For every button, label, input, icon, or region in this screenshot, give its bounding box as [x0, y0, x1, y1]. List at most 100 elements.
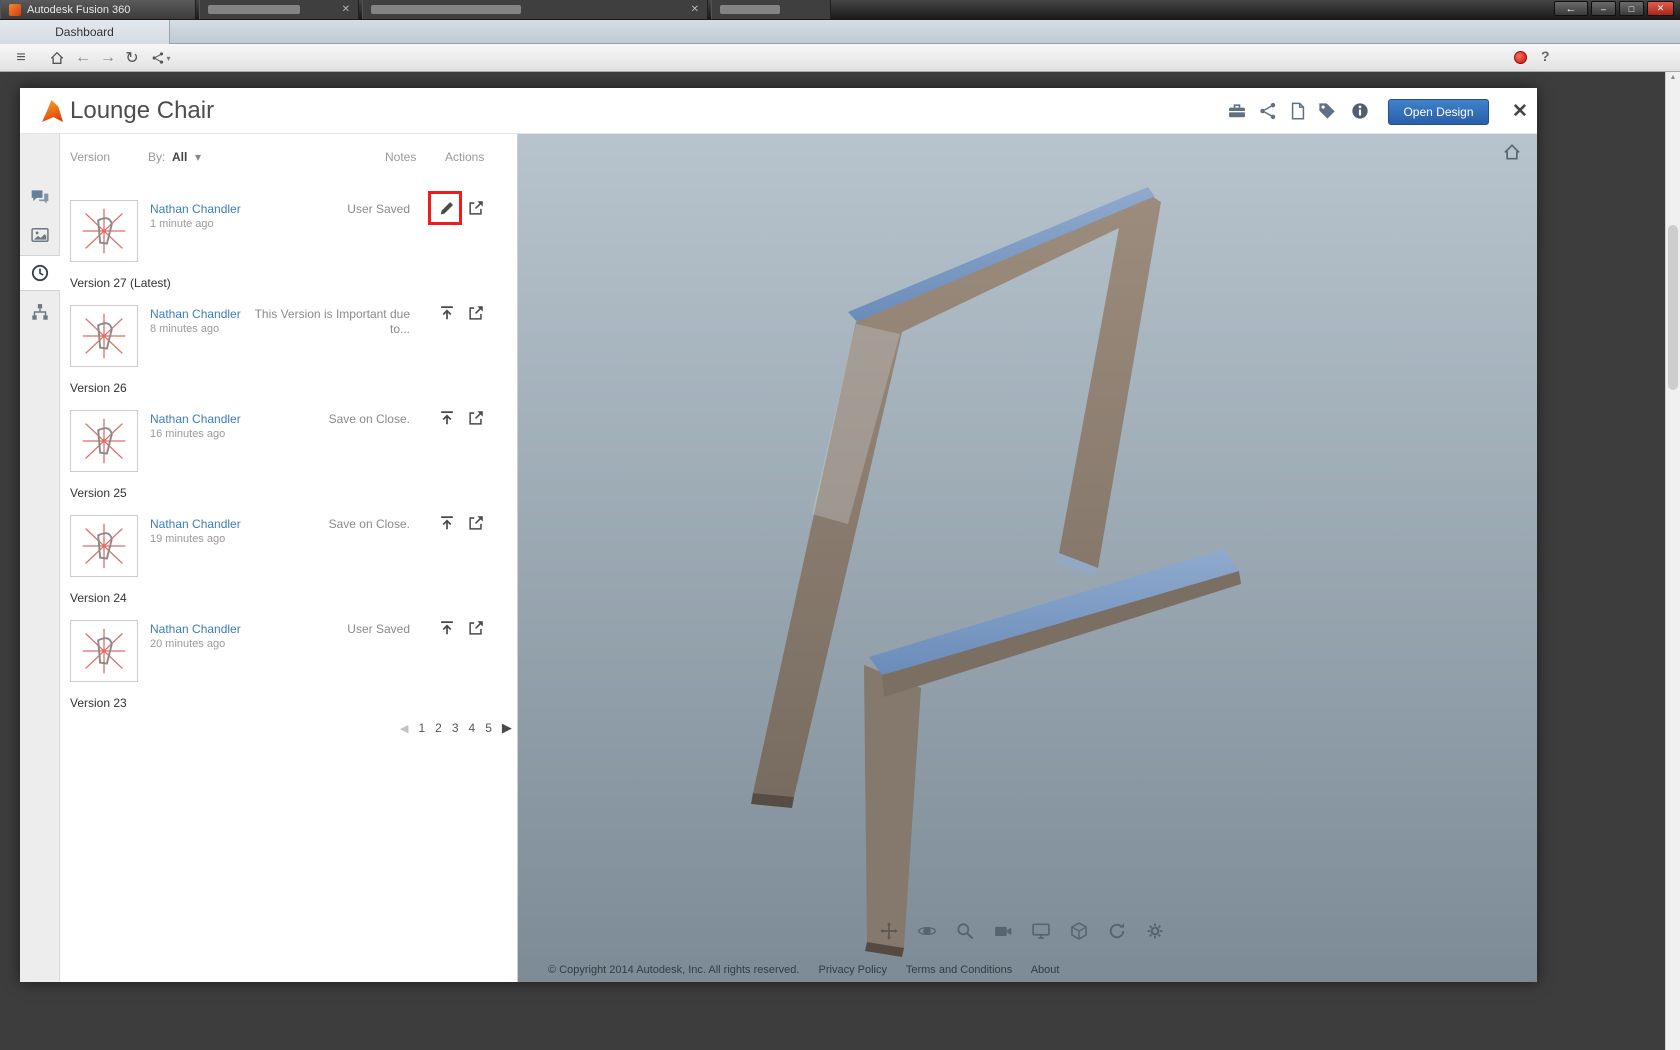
camera-button[interactable]: [992, 920, 1014, 942]
viewport-toolbar: [878, 920, 1166, 942]
view-home-button[interactable]: [1502, 142, 1524, 164]
pagination-next-icon[interactable]: ▶: [502, 720, 512, 736]
briefcase-icon: [1227, 101, 1247, 121]
pagination-page-5[interactable]: 5: [485, 721, 492, 735]
author-link[interactable]: Nathan Chandler: [150, 307, 241, 321]
promote-version-button[interactable]: [437, 408, 457, 428]
author-link[interactable]: Nathan Chandler: [150, 517, 241, 531]
scroll-up-icon[interactable]: ▲: [1666, 74, 1680, 81]
version-label: Version 25: [70, 486, 127, 500]
tab-dashboard[interactable]: Dashboard: [0, 20, 170, 44]
tab-close-icon[interactable]: ✕: [332, 4, 350, 15]
browser-tab-4[interactable]: [711, 0, 831, 19]
edit-note-button[interactable]: [437, 198, 457, 218]
share-button[interactable]: ▾: [146, 47, 176, 69]
pagination: ◀ 1 2 3 4 5 ▶: [400, 720, 512, 736]
version-thumbnail[interactable]: [70, 410, 138, 472]
export-version-button[interactable]: [466, 513, 486, 533]
window-maximize-button[interactable]: □: [1619, 1, 1644, 16]
version-row: Version 23 Nathan Chandler 20 minutes ag…: [60, 610, 517, 715]
image-icon: [30, 225, 50, 245]
export-version-button[interactable]: [466, 408, 486, 428]
about-link[interactable]: About: [1031, 964, 1060, 976]
3d-viewport[interactable]: © Copyright 2014 Autodesk, Inc. All righ…: [517, 134, 1537, 982]
version-note: Save on Close.: [328, 517, 410, 531]
browser-tab-2[interactable]: ✕: [199, 0, 359, 19]
refresh-button[interactable]: ↻: [121, 47, 143, 69]
version-thumbnail[interactable]: [70, 515, 138, 577]
chevron-down-icon[interactable]: ▾: [195, 150, 201, 164]
browser-tab-3[interactable]: ✕: [362, 0, 708, 19]
export-version-button[interactable]: [466, 303, 486, 323]
filter-dropdown[interactable]: All: [172, 150, 187, 164]
sidebar-item-versions[interactable]: [20, 255, 60, 291]
share-icon: [1258, 101, 1278, 121]
home-button[interactable]: [46, 47, 68, 69]
copyright-text: © Copyright 2014 Autodesk, Inc. All righ…: [548, 964, 800, 976]
promote-version-button[interactable]: [437, 303, 457, 323]
author-link[interactable]: Nathan Chandler: [150, 412, 241, 426]
author-link[interactable]: Nathan Chandler: [150, 622, 241, 636]
pan-button[interactable]: [878, 920, 900, 942]
version-note: Save on Close.: [328, 412, 410, 426]
version-time: 1 minute ago: [150, 218, 214, 230]
display-button[interactable]: [1030, 920, 1052, 942]
export-icon: [467, 619, 485, 637]
titlebar-back-button[interactable]: ←: [1554, 1, 1588, 16]
model-view-button[interactable]: [1068, 920, 1090, 942]
back-button[interactable]: ←: [72, 47, 94, 69]
document-button[interactable]: [1287, 100, 1309, 122]
page-scrollbar[interactable]: ▲: [1665, 72, 1680, 1050]
browser-tab-fusion[interactable]: Autodesk Fusion 360: [0, 0, 196, 19]
open-design-button[interactable]: Open Design: [1388, 99, 1489, 125]
author-link[interactable]: Nathan Chandler: [150, 202, 241, 216]
info-button[interactable]: [1349, 100, 1371, 122]
sidebar-item-preview[interactable]: [20, 218, 60, 252]
pagination-page-4[interactable]: 4: [469, 721, 476, 735]
export-version-button[interactable]: [466, 618, 486, 638]
window-minimize-button[interactable]: –: [1591, 1, 1616, 16]
tab-close-icon[interactable]: ✕: [681, 4, 699, 15]
pagination-prev-icon[interactable]: ◀: [400, 722, 408, 735]
window-close-button[interactable]: ✕: [1647, 1, 1674, 16]
refresh-view-button[interactable]: [1106, 920, 1128, 942]
promote-version-button[interactable]: [437, 513, 457, 533]
pagination-page-3[interactable]: 3: [452, 721, 459, 735]
version-thumbnail[interactable]: [70, 620, 138, 682]
tab-dashboard-label: Dashboard: [55, 25, 114, 39]
privacy-policy-link[interactable]: Privacy Policy: [819, 964, 887, 976]
orbit-button[interactable]: [916, 920, 938, 942]
sidebar-item-hierarchy[interactable]: [20, 295, 60, 329]
share-design-button[interactable]: [1257, 100, 1279, 122]
cube-icon: [1069, 921, 1089, 941]
export-version-button[interactable]: [466, 198, 486, 218]
promote-version-button[interactable]: [437, 618, 457, 638]
column-actions: Actions: [445, 150, 485, 164]
zoom-button[interactable]: [954, 920, 976, 942]
tag-button[interactable]: [1316, 100, 1338, 122]
toolbox-button[interactable]: [1226, 100, 1248, 122]
sidebar-item-comments[interactable]: [20, 180, 60, 214]
close-panel-button[interactable]: ✕: [1509, 99, 1531, 123]
pagination-page-2[interactable]: 2: [435, 721, 442, 735]
record-indicator[interactable]: [1514, 51, 1527, 64]
pagination-page-1[interactable]: 1: [418, 721, 425, 735]
fusion-360-window: Autodesk Fusion 360 ✕ ✕ ← – □ ✕ Dashboar…: [0, 0, 1680, 1050]
version-thumbnail[interactable]: [70, 200, 138, 262]
forward-button[interactable]: →: [97, 47, 119, 69]
version-note: This Version is Important due to...: [254, 307, 410, 336]
version-thumbnail[interactable]: [70, 305, 138, 367]
terms-link[interactable]: Terms and Conditions: [906, 964, 1012, 976]
window-controls: ← – □ ✕: [1554, 1, 1674, 16]
home-icon: [1502, 142, 1522, 162]
export-icon: [467, 514, 485, 532]
version-actions: [437, 618, 486, 638]
menu-button[interactable]: ≡: [10, 47, 32, 69]
version-label: Version 23: [70, 696, 127, 710]
help-button[interactable]: ?: [1541, 48, 1550, 64]
info-icon: [1350, 101, 1370, 121]
home-icon: [49, 50, 65, 66]
scrollbar-thumb[interactable]: [1668, 225, 1678, 390]
window-title: Autodesk Fusion 360: [27, 3, 131, 16]
settings-button[interactable]: [1144, 920, 1166, 942]
